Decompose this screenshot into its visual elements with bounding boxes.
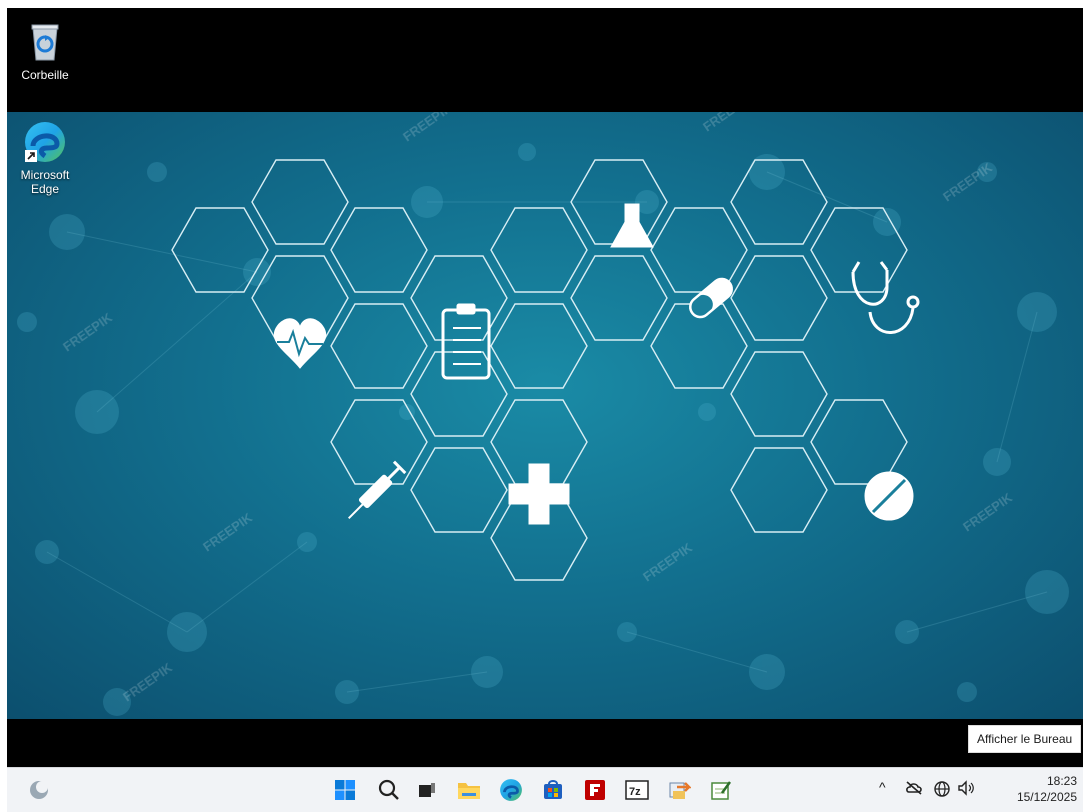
search-icon[interactable]: [373, 774, 405, 806]
svg-text:FREEPIK: FREEPIK: [60, 310, 115, 355]
recycle-bin-icon: [23, 20, 67, 64]
svg-text:FREEPIK: FREEPIK: [120, 660, 175, 705]
svg-text:7z: 7z: [629, 786, 641, 798]
7zip-icon[interactable]: 7z: [621, 774, 653, 806]
share-icon[interactable]: [663, 774, 695, 806]
desktop-icon-label: Corbeille: [21, 68, 69, 82]
edge-icon[interactable]: [495, 774, 527, 806]
medical-icons: [273, 203, 920, 525]
edge-icon: [23, 120, 67, 164]
folder-icon[interactable]: [453, 774, 485, 806]
tray-overflow-chevron[interactable]: ^: [879, 779, 886, 795]
volume-icon[interactable]: [957, 780, 975, 799]
cross-icon-h: [508, 483, 570, 505]
svg-text:FREEPIK: FREEPIK: [200, 510, 255, 555]
clipboard-icon: [441, 308, 491, 380]
syringe-icon: [348, 460, 407, 519]
task-view-icon[interactable]: [411, 774, 443, 806]
wallpaper: FREEPIK FREEPIK FREEPIK FREEPIK FREEPIK …: [7, 112, 1083, 719]
stethoscope-icon: [851, 270, 889, 306]
network-lines: [46, 171, 1048, 693]
desktop-icon-recycle-bin[interactable]: Corbeille: [7, 20, 85, 82]
windows-start-icon[interactable]: [329, 774, 361, 806]
clock-date: 15/12/2025: [1016, 790, 1077, 804]
wallpaper-graphic: FREEPIK FREEPIK FREEPIK FREEPIK FREEPIK …: [17, 112, 1069, 716]
svg-text:FREEPIK: FREEPIK: [400, 112, 455, 144]
filezilla-icon[interactable]: [579, 774, 611, 806]
desktop-screen: FREEPIK FREEPIK FREEPIK FREEPIK FREEPIK …: [7, 8, 1083, 767]
notepad-icon[interactable]: [705, 774, 737, 806]
desktop-icon-edge[interactable]: Microsoft Edge: [7, 120, 85, 196]
taskbar: 7z ^ 18:23 15/12/2025: [7, 767, 1083, 812]
svg-text:FREEPIK: FREEPIK: [960, 490, 1015, 535]
watermarks: FREEPIK FREEPIK FREEPIK FREEPIK FREEPIK …: [60, 112, 1015, 704]
desktop-icon-label: Microsoft Edge: [20, 168, 70, 196]
svg-text:FREEPIK: FREEPIK: [640, 540, 695, 585]
clock-time: 18:23: [1046, 774, 1077, 788]
cloud-off-icon[interactable]: [905, 780, 923, 799]
show-desktop-tooltip: Afficher le Bureau: [968, 725, 1082, 753]
bokeh-dots: [17, 143, 1069, 716]
svg-text:FREEPIK: FREEPIK: [700, 112, 755, 134]
network-icon[interactable]: [933, 780, 951, 801]
clock[interactable]: 18:23 15/12/2025: [1017, 773, 1077, 805]
store-icon[interactable]: [537, 774, 569, 806]
weather-widget-icon[interactable]: [23, 774, 55, 806]
